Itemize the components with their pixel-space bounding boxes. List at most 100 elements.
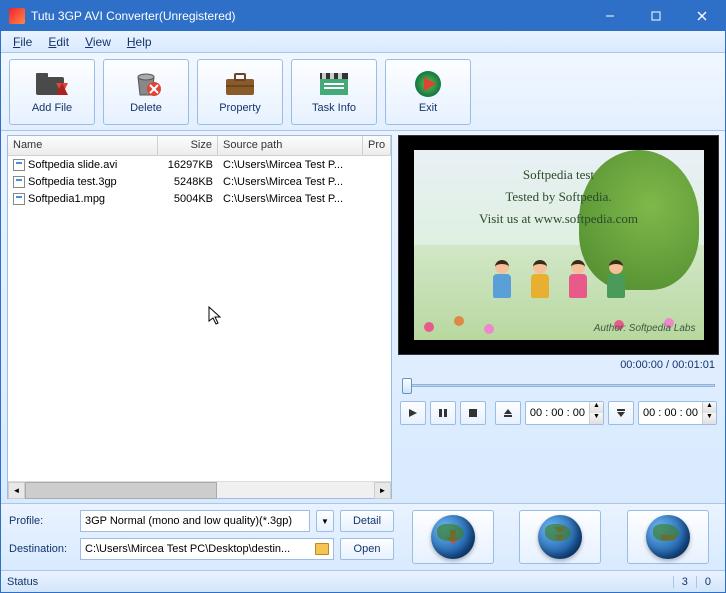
profile-select[interactable]: 3GP Normal (mono and low quality)(*.3gp) [80,510,310,532]
file-name: Softpedia1.mpg [28,193,105,205]
col-size[interactable]: Size [158,136,218,155]
file-source: C:\Users\Mircea Test P... [218,193,363,205]
stop-button[interactable] [460,401,486,425]
toolbar: Add File Delete Property Task Info Exit [1,53,725,131]
col-name[interactable]: Name [8,136,158,155]
clapperboard-icon [316,69,352,99]
window-title: Tutu 3GP AVI Converter(Unregistered) [31,9,587,23]
start-time-up[interactable]: ▲ [590,402,603,413]
convert-all-button[interactable] [519,510,601,564]
delete-label: Delete [130,102,162,114]
menu-edit[interactable]: Edit [40,33,77,51]
time-display: 00:00:00 / 00:01:01 [398,359,719,371]
play-button[interactable] [400,401,426,425]
table-row[interactable]: Softpedia test.3gp 5248KBC:\Users\Mircea … [8,173,391,190]
end-time-value: 00 : 00 : 00 [639,407,702,419]
start-time-value: 00 : 00 : 00 [526,407,589,419]
playback-controls: 00 : 00 : 00 ▲▼ 00 : 00 : 00 ▲▼ [400,401,717,425]
delete-button[interactable]: Delete [103,59,189,125]
start-time-down[interactable]: ▼ [590,413,603,424]
file-source: C:\Users\Mircea Test P... [218,159,363,171]
file-source: C:\Users\Mircea Test P... [218,176,363,188]
maximize-button[interactable] [633,1,679,31]
menubar: File Edit View Help [1,31,725,53]
trash-icon [128,69,164,99]
file-rows: Softpedia slide.avi16297KBC:\Users\Mirce… [8,156,391,481]
status-total: 3 [673,576,696,588]
file-name: Softpedia test.3gp [28,176,117,188]
preview-line2: Tested by Softpedia. [414,186,704,208]
seek-slider[interactable] [402,375,715,395]
column-headers: Name Size Source path Pro [8,136,391,156]
pause-button[interactable] [430,401,456,425]
profile-dropdown-button[interactable]: ▼ [316,510,334,532]
main-area: Name Size Source path Pro Softpedia slid… [1,131,725,503]
open-button[interactable]: Open [340,538,394,560]
file-name: Softpedia slide.avi [28,159,117,171]
destination-input[interactable]: C:\Users\Mircea Test PC\Desktop\destin..… [80,538,334,560]
add-file-label: Add File [32,102,72,114]
file-list[interactable]: Name Size Source path Pro Softpedia slid… [7,135,392,499]
status-label: Status [7,576,673,588]
scroll-right-button[interactable]: ► [374,482,391,499]
scroll-track[interactable] [25,482,374,499]
start-time-input[interactable]: 00 : 00 : 00 ▲▼ [525,401,604,425]
add-file-button[interactable]: Add File [9,59,95,125]
convert-button[interactable] [412,510,494,564]
exit-label: Exit [419,102,437,114]
table-row[interactable]: Softpedia1.mpg5004KBC:\Users\Mircea Test… [8,190,391,207]
preview-line1: Softpedia test [414,164,704,186]
exit-icon [410,69,446,99]
file-icon [13,176,25,188]
destination-label: Destination: [9,543,74,555]
close-button[interactable] [679,1,725,31]
video-preview[interactable]: Softpedia test Tested by Softpedia. Visi… [398,135,719,355]
file-size: 5248KB [158,176,218,188]
profile-value: 3GP Normal (mono and low quality)(*.3gp) [85,515,292,527]
table-row[interactable]: Softpedia slide.avi 16297KBC:\Users\Mirce… [8,156,391,173]
scroll-thumb[interactable] [25,482,217,499]
file-icon [13,193,25,205]
browse-folder-icon[interactable] [315,543,329,555]
mark-start-button[interactable] [495,401,521,425]
end-time-input[interactable]: 00 : 00 : 00 ▲▼ [638,401,717,425]
stop-convert-button[interactable] [627,510,709,564]
col-pro[interactable]: Pro [363,136,391,155]
exit-button[interactable]: Exit [385,59,471,125]
mark-end-button[interactable] [608,401,634,425]
status-done: 0 [696,576,719,588]
app-window: Tutu 3GP AVI Converter(Unregistered) Fil… [0,0,726,593]
menu-help[interactable]: Help [119,33,160,51]
preview-line3: Visit us at www.softpedia.com [414,208,704,230]
property-button[interactable]: Property [197,59,283,125]
app-icon [9,8,25,24]
col-source[interactable]: Source path [218,136,363,155]
file-list-panel: Name Size Source path Pro Softpedia slid… [7,135,392,499]
scroll-left-button[interactable]: ◄ [8,482,25,499]
preview-image: Softpedia test Tested by Softpedia. Visi… [414,150,704,340]
destination-value: C:\Users\Mircea Test PC\Desktop\destin..… [85,543,290,555]
bottom-panel: Profile: 3GP Normal (mono and low qualit… [1,503,725,570]
mouse-cursor-icon [208,306,224,326]
folder-add-icon [34,69,70,99]
end-time-down[interactable]: ▼ [703,413,716,424]
globe-convert-all-icon [538,515,582,559]
task-info-label: Task Info [312,102,356,114]
statusbar: Status 3 0 [1,570,725,592]
task-info-button[interactable]: Task Info [291,59,377,125]
globe-convert-icon [431,515,475,559]
end-time-up[interactable]: ▲ [703,402,716,413]
horizontal-scrollbar[interactable]: ◄ ► [8,481,391,498]
detail-button[interactable]: Detail [340,510,394,532]
preview-panel: Softpedia test Tested by Softpedia. Visi… [398,135,719,499]
preview-author: Author: Softpedia Labs [594,323,696,334]
file-size: 16297KB [158,159,218,171]
globe-stop-icon [646,515,690,559]
file-icon [13,159,25,171]
menu-file[interactable]: File [5,33,40,51]
profile-label: Profile: [9,515,74,527]
menu-view[interactable]: View [77,33,119,51]
property-label: Property [219,102,261,114]
minimize-button[interactable] [587,1,633,31]
seek-thumb[interactable] [402,378,412,394]
